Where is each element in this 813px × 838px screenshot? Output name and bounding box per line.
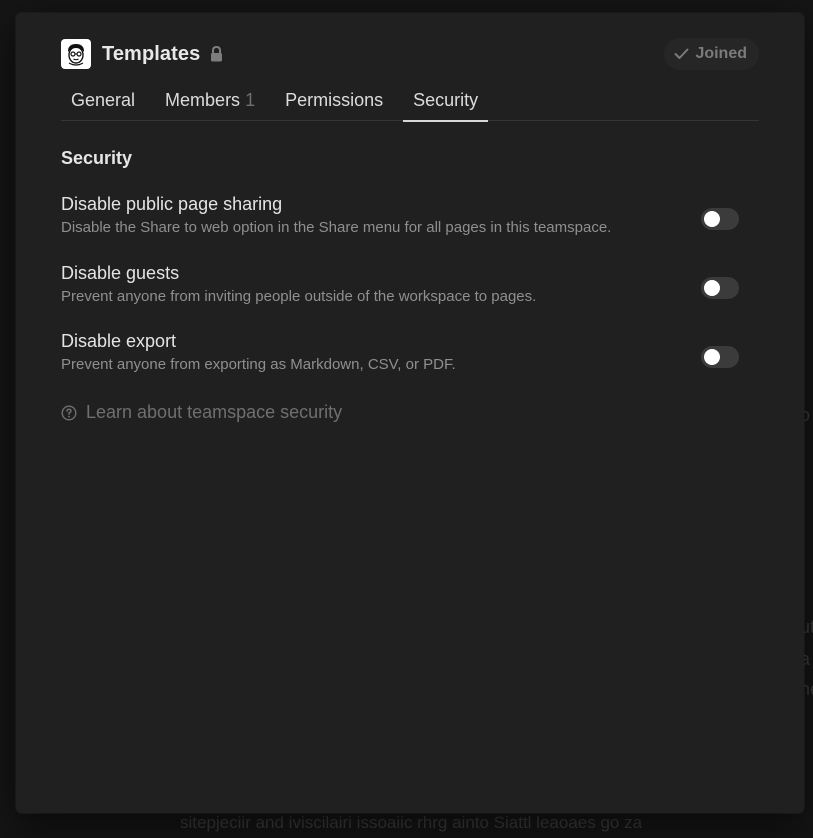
toggle-knob xyxy=(704,211,720,227)
learn-security-link[interactable]: Learn about teamspace security xyxy=(61,402,342,423)
disable-export-toggle[interactable] xyxy=(701,346,739,368)
setting-title: Disable public page sharing xyxy=(61,194,283,214)
tab-label: General xyxy=(71,89,136,110)
toggle-knob xyxy=(704,280,720,296)
section-title: Security xyxy=(61,148,133,168)
help-circle-icon xyxy=(61,404,77,421)
members-count: 1 xyxy=(245,89,256,110)
learn-link-label: Learn about teamspace security xyxy=(86,402,343,422)
setting-description: Disable the Share to web option in the S… xyxy=(61,219,612,236)
toggle-knob xyxy=(704,349,720,365)
setting-title: Disable export xyxy=(61,331,177,351)
tab-general[interactable]: General xyxy=(61,83,145,121)
tab-label: Permissions xyxy=(285,89,384,110)
setting-description: Prevent anyone from inviting people outs… xyxy=(61,288,537,305)
disable-guests-toggle[interactable] xyxy=(701,277,739,299)
teamspace-name: Templates xyxy=(102,42,201,65)
modal-header: Templates Joined xyxy=(61,38,759,70)
joined-button[interactable]: Joined xyxy=(664,38,759,70)
setting-title: Disable guests xyxy=(61,263,180,283)
joined-label: Joined xyxy=(695,45,747,62)
settings-tabs: General Members 1 Permissions Security xyxy=(61,83,759,122)
cartoon-face-icon xyxy=(61,39,91,69)
setting-disable-export: Disable export Prevent anyone from expor… xyxy=(61,330,739,380)
tab-security[interactable]: Security xyxy=(403,83,489,122)
checkmark-icon xyxy=(674,48,689,60)
disable-public-sharing-toggle[interactable] xyxy=(701,208,739,230)
tab-permissions[interactable]: Permissions xyxy=(275,83,393,121)
setting-disable-public-sharing: Disable public page sharing Disable the … xyxy=(61,193,739,243)
tab-label: Members xyxy=(165,89,241,110)
tab-members[interactable]: Members 1 xyxy=(155,83,265,121)
tab-label: Security xyxy=(413,89,479,110)
teamspace-settings-modal: Templates Joined General Members 1 Permi… xyxy=(16,13,804,813)
setting-disable-guests: Disable guests Prevent anyone from invit… xyxy=(61,262,739,312)
setting-description: Prevent anyone from exporting as Markdow… xyxy=(61,356,456,373)
lock-icon xyxy=(210,46,223,62)
